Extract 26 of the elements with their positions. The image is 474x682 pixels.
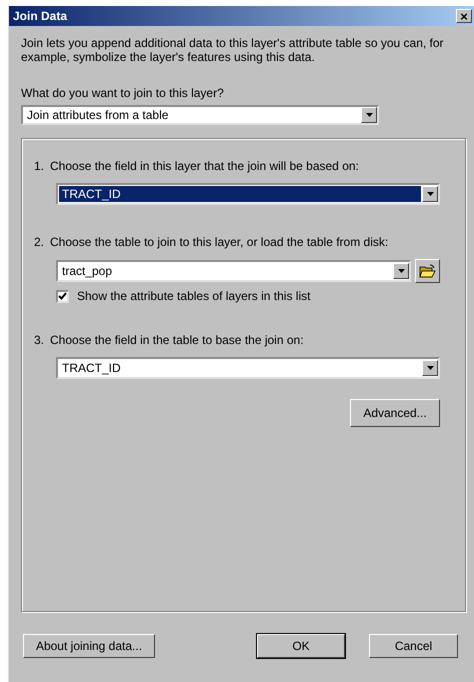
dropdown-arrow-icon [398,269,404,273]
advanced-button[interactable]: Advanced... [350,399,440,427]
field-dropdown[interactable]: TRACT_ID [56,357,440,379]
checkbox-label: Show the attribute tables of layers in this list [77,289,310,303]
dropdown-arrow-icon [426,192,434,196]
dialog-button[interactable]: OK [257,634,345,658]
step-label: Choose the field in this layer that the join will be based on: [50,159,359,173]
field-dropdown[interactable]: tract_pop [56,260,411,282]
step-label: Choose the field in the table to base the join on: [50,333,304,347]
step-number: 2. [34,235,44,249]
question-label: What do you want to join to this layer? [21,86,225,100]
join-type-dropdown[interactable]: Join attributes from a table [21,105,379,125]
folder-icon [419,264,436,278]
step-label: Choose the table to join to this layer, or load the table from disk: [50,235,388,249]
step-number: 3. [34,333,44,347]
step-number: 1. [34,159,44,173]
close-button[interactable]: × [456,9,472,23]
checkbox[interactable] [56,290,69,302]
dialog-button[interactable]: About joining data... [23,634,155,658]
window-title: Join Data [13,9,68,23]
intro-text: Join lets you append additional data to this layer's attribute table so you can, for example, symbolize the layer's features using this data. [21,36,445,64]
dropdown-arrow-icon [366,113,372,117]
dropdown-arrow-icon [426,366,434,370]
field-dropdown[interactable]: TRACT_ID [56,183,440,205]
dialog-button[interactable]: Cancel [369,634,458,658]
open-folder-button[interactable] [415,259,440,283]
